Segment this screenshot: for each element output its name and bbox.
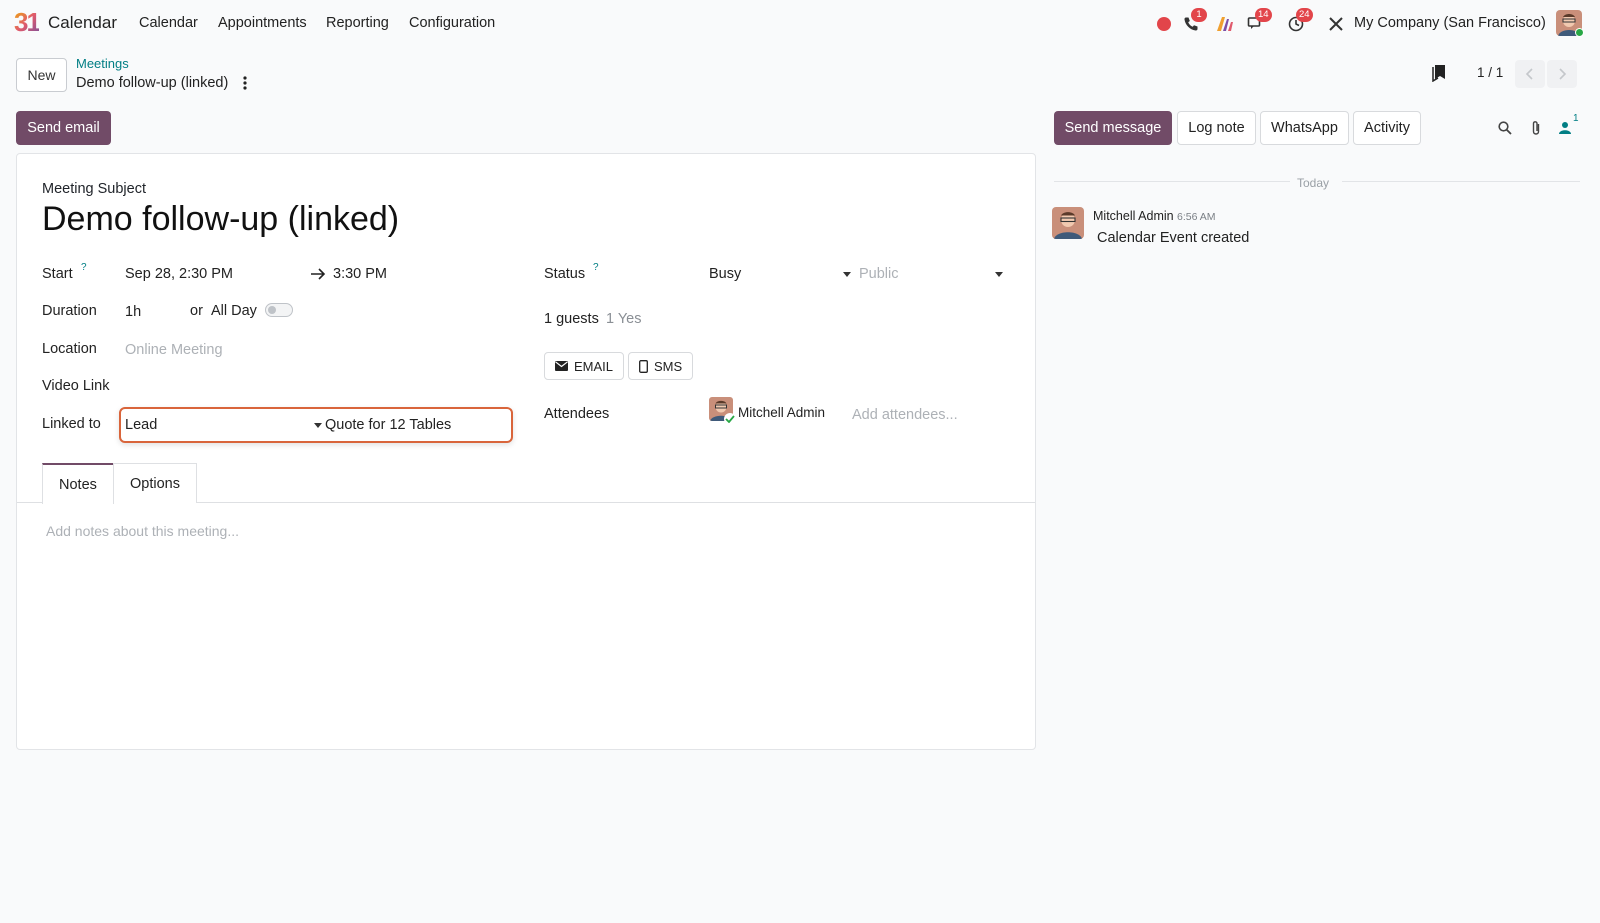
- attendees-label: Attendees: [544, 406, 610, 422]
- breadcrumb-meetings[interactable]: Meetings: [76, 56, 129, 71]
- menu-calendar[interactable]: Calendar: [139, 15, 198, 31]
- clock-icon[interactable]: 24: [1286, 8, 1313, 34]
- activities-badge: 24: [1296, 8, 1313, 22]
- bookmark-icon[interactable]: [1432, 64, 1446, 85]
- separator-left-line: [1054, 181, 1290, 182]
- tab-options-label: Options: [130, 475, 180, 492]
- start-date-input[interactable]: Sep 28, 2:30 PM: [125, 266, 233, 282]
- form-tabs: Notes Options: [17, 463, 1035, 504]
- guests-yes-count[interactable]: 1 Yes: [606, 311, 642, 327]
- allday-label: All Day: [211, 303, 257, 319]
- email-button-label: EMAIL: [574, 358, 614, 374]
- new-button[interactable]: New: [16, 58, 67, 92]
- separator-right-line: [1342, 181, 1580, 182]
- form-sheet: Meeting Subject Demo follow-up (linked) …: [16, 153, 1036, 750]
- linked-record-input[interactable]: Quote for 12 Tables: [325, 417, 451, 433]
- duration-input[interactable]: 1h: [125, 304, 141, 320]
- sms-button-label: SMS: [654, 358, 683, 374]
- linked-model-caret-icon[interactable]: [314, 423, 322, 428]
- arrow-right-icon: [310, 267, 326, 284]
- video-link-label: Video Link: [42, 378, 110, 394]
- meeting-subject-label: Meeting Subject: [42, 181, 146, 197]
- start-help-icon[interactable]: ?: [81, 262, 87, 273]
- paperclip-icon[interactable]: [1527, 119, 1545, 137]
- guests-count[interactable]: 1 guests: [544, 311, 599, 327]
- company-switcher[interactable]: My Company (San Francisco): [1354, 15, 1546, 31]
- privacy-select[interactable]: Public: [859, 266, 899, 282]
- menu-reporting[interactable]: Reporting: [326, 15, 389, 31]
- app-name[interactable]: Calendar: [48, 13, 117, 33]
- top-navbar: 31 Calendar Calendar Appointments Report…: [0, 0, 1600, 46]
- start-label: Start: [42, 266, 73, 282]
- duration-label: Duration: [42, 303, 97, 319]
- attendee-name[interactable]: Mitchell Admin: [738, 405, 825, 420]
- end-date-input[interactable]: 3:30 PM: [333, 266, 387, 282]
- followers-icon[interactable]: 1: [1558, 113, 1579, 137]
- sms-guests-button[interactable]: SMS: [628, 352, 694, 380]
- message-body: Calendar Event created: [1097, 230, 1250, 246]
- message-author[interactable]: Mitchell Admin: [1093, 209, 1174, 223]
- meeting-subject-input[interactable]: Demo follow-up (linked): [42, 200, 399, 239]
- message-author-avatar[interactable]: [1052, 207, 1084, 239]
- allday-toggle[interactable]: [265, 303, 293, 317]
- date-separator: Today: [1297, 176, 1330, 190]
- location-input[interactable]: Online Meeting: [125, 342, 223, 358]
- status-help-icon[interactable]: ?: [593, 262, 599, 273]
- online-status-indicator: [1575, 28, 1584, 37]
- ai-icon[interactable]: [1215, 14, 1235, 34]
- linked-model-select[interactable]: Lead: [125, 417, 157, 433]
- whatsapp-button[interactable]: WhatsApp: [1260, 111, 1349, 145]
- activity-button[interactable]: Activity: [1353, 111, 1421, 145]
- search-icon[interactable]: [1496, 119, 1514, 137]
- envelope-icon: [555, 361, 568, 371]
- pager-next-button[interactable]: [1547, 60, 1577, 88]
- status-label: Status: [544, 266, 586, 282]
- record-icon[interactable]: [1154, 14, 1174, 34]
- tab-notes-label: Notes: [59, 476, 97, 493]
- calendar-app-icon[interactable]: 31: [14, 6, 42, 37]
- email-guests-button[interactable]: EMAIL: [544, 352, 625, 380]
- privacy-caret-icon[interactable]: [995, 272, 1003, 277]
- status-select[interactable]: Busy: [709, 266, 741, 282]
- menu-configuration[interactable]: Configuration: [409, 15, 495, 31]
- linked-to-field: Lead Quote for 12 Tables: [119, 407, 513, 443]
- menu-appointments[interactable]: Appointments: [218, 15, 307, 31]
- tab-options[interactable]: Options: [113, 463, 197, 503]
- location-label: Location: [42, 341, 97, 357]
- log-note-button[interactable]: Log note: [1177, 111, 1256, 145]
- send-email-button[interactable]: Send email: [16, 111, 111, 145]
- breadcrumb-current: Demo follow-up (linked): [76, 75, 229, 91]
- or-text: or: [190, 303, 203, 319]
- app-logo-text: 31: [14, 6, 41, 37]
- notes-editor[interactable]: Add notes about this meeting...: [46, 523, 239, 539]
- status-caret-icon[interactable]: [843, 272, 851, 277]
- chat-icon[interactable]: 14: [1245, 8, 1272, 34]
- add-attendees-input[interactable]: Add attendees...: [852, 407, 958, 423]
- pager-value[interactable]: 1 / 1: [1477, 65, 1503, 80]
- message-time: 6:56 AM: [1177, 211, 1216, 223]
- send-message-button[interactable]: Send message: [1054, 111, 1172, 145]
- phone-icon[interactable]: 1: [1181, 8, 1207, 34]
- tab-notes[interactable]: Notes: [42, 463, 114, 504]
- followers-count: 1: [1573, 113, 1579, 124]
- attendee-accepted-check-icon: [724, 413, 736, 425]
- mobile-icon: [639, 359, 648, 373]
- pager-previous-button[interactable]: [1515, 60, 1545, 88]
- calls-badge: 1: [1191, 8, 1207, 22]
- tools-icon[interactable]: [1326, 14, 1346, 34]
- messages-badge: 14: [1255, 8, 1272, 22]
- kebab-menu-icon[interactable]: [239, 75, 251, 91]
- linked-to-label: Linked to: [42, 416, 101, 432]
